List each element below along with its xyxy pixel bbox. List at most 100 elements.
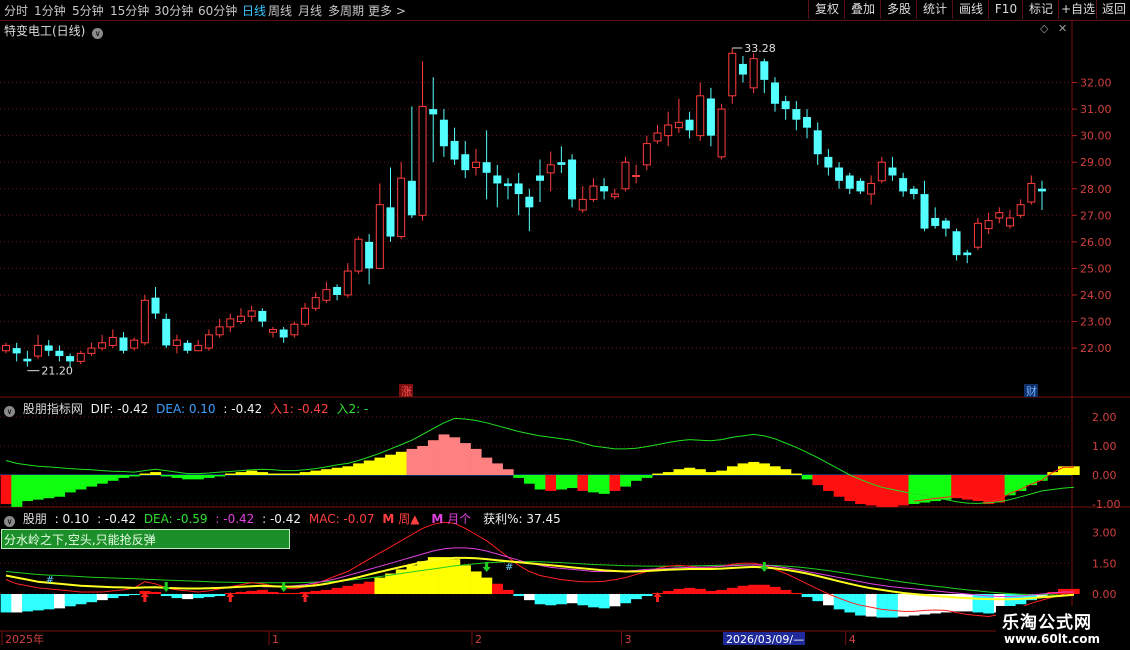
macd-hist-bar: [54, 475, 66, 497]
macd-hist-bar: [993, 475, 1005, 503]
macd-hist-bar: [833, 475, 845, 497]
gupeng-hist-bar: [267, 591, 279, 594]
gupeng-hist-bar: [128, 594, 140, 596]
macd-hist-bar: [374, 457, 386, 475]
gupeng-hist-bar: [385, 573, 397, 594]
gupeng-indicator-name: 股朋: [22, 512, 47, 526]
gupeng-tick-label: 3.00: [1092, 527, 1117, 540]
macd-hist-bar: [107, 475, 119, 481]
monthly-signal: M 月个: [431, 512, 472, 526]
candle-body: [525, 196, 534, 208]
macd-hist-bar: [620, 475, 632, 487]
x-axis-label: 3: [624, 633, 631, 646]
gupeng-hist-bar: [609, 594, 621, 607]
chevron-down-icon[interactable]: ∨: [4, 516, 15, 527]
gupeng-value-4: : -0.42: [215, 512, 255, 526]
candle-body: [108, 336, 117, 346]
candle-body: [429, 109, 438, 115]
gupeng-hist-bar: [459, 565, 471, 594]
gupeng-hist-bar: [662, 590, 674, 594]
gupeng-value-1: : 0.10: [54, 512, 90, 526]
macd-hist-bar: [417, 446, 429, 475]
candle-body: [269, 329, 278, 333]
chart-canvas[interactable]: 32.0031.0030.0029.0028.0027.0026.0025.00…: [0, 0, 1130, 650]
gupeng-mac-value: MAC: -0.07: [308, 512, 375, 526]
macd-hist-bar: [513, 475, 525, 478]
gupeng-hist-bar: [289, 592, 301, 594]
low-price-label: 21.20: [41, 365, 73, 378]
candle-body: [44, 345, 53, 351]
gupeng-hist-bar: [470, 571, 482, 594]
close-icon[interactable]: ✕: [1058, 22, 1067, 35]
diamond-icon[interactable]: ◇: [1040, 22, 1048, 35]
gupeng-hist-bar: [684, 587, 696, 594]
macd-hist-bar: [716, 470, 728, 475]
candle-body: [375, 204, 384, 269]
gupeng-hist-bar: [972, 594, 984, 613]
gupeng-hist-bar: [491, 583, 503, 594]
candle-body: [845, 175, 854, 189]
gupeng-hist-bar: [449, 559, 461, 594]
price-tick-label: 26.00: [1080, 236, 1112, 249]
gupeng-hist-bar: [566, 594, 578, 604]
sell-arrow-icon: [279, 582, 288, 592]
price-tick-label: 22.00: [1080, 342, 1112, 355]
candle-body: [728, 52, 737, 97]
candle-body: [503, 183, 512, 187]
gupeng-hist-bar: [278, 592, 290, 594]
x-axis-label: 2025年: [5, 632, 44, 646]
gupeng-hist-bar: [256, 589, 268, 594]
candle-body: [536, 175, 545, 181]
candle-body: [439, 119, 448, 147]
candle-body: [706, 98, 715, 136]
candle-body: [653, 132, 662, 142]
gupeng-hist-bar: [545, 594, 557, 606]
gupeng-hist-bar: [961, 594, 973, 612]
macd-hist-bar: [577, 475, 589, 491]
macd-hist-bar: [406, 448, 418, 475]
macd-hist-bar: [289, 473, 301, 475]
candle-body: [813, 130, 822, 155]
candle-body: [792, 109, 801, 120]
candle-body: [226, 318, 235, 328]
candle-body: [685, 119, 694, 131]
gupeng-value-2: : -0.42: [97, 512, 136, 526]
macd-hist-bar: [491, 463, 503, 475]
up-marker: 涨: [401, 385, 412, 398]
macd-hist-bar: [299, 472, 311, 475]
price-tick-label: 28.00: [1080, 183, 1112, 196]
candle-body: [984, 220, 993, 230]
candle-body: [461, 154, 470, 171]
macd-hist-bar: [972, 475, 984, 502]
stock-title: 特变电工(日线): [4, 24, 86, 38]
gupeng-hist-bar: [43, 594, 55, 610]
candle-body: [258, 310, 267, 322]
candle-body: [920, 194, 929, 229]
candle-body: [183, 342, 192, 351]
gupeng-hist-bar: [96, 594, 108, 601]
candle-body: [482, 162, 491, 173]
macd-tick-label: 1.00: [1092, 440, 1117, 453]
macd-hist-bar: [139, 473, 151, 475]
trend-notice: 分水岭之下,空头,只能抢反弹: [1, 529, 290, 549]
candle-body: [557, 162, 566, 165]
gupeng-hist-bar: [748, 584, 760, 594]
chevron-down-icon[interactable]: ∨: [4, 406, 15, 417]
gupeng-hist-bar: [0, 594, 12, 613]
candle-body: [204, 334, 213, 349]
chevron-down-icon[interactable]: ∨: [92, 28, 104, 39]
candle-body: [600, 186, 609, 192]
macd-hist-bar: [812, 475, 824, 486]
watermark-title: 乐淘公式网: [1002, 613, 1092, 633]
price-tick-label: 25.00: [1080, 262, 1112, 275]
macd-hist-bar: [897, 475, 909, 506]
candle-body: [55, 350, 64, 357]
candle-body: [162, 318, 171, 346]
gupeng-hist-bar: [86, 594, 98, 603]
x-axis-label: 4: [849, 633, 856, 646]
macd-hist-bar: [224, 473, 236, 475]
macd-extra-value: : -0.42: [223, 402, 263, 416]
gupeng-yellow-line: [5, 556, 1075, 601]
gupeng-hist-bar: [534, 594, 546, 605]
candle-body: [546, 164, 555, 174]
